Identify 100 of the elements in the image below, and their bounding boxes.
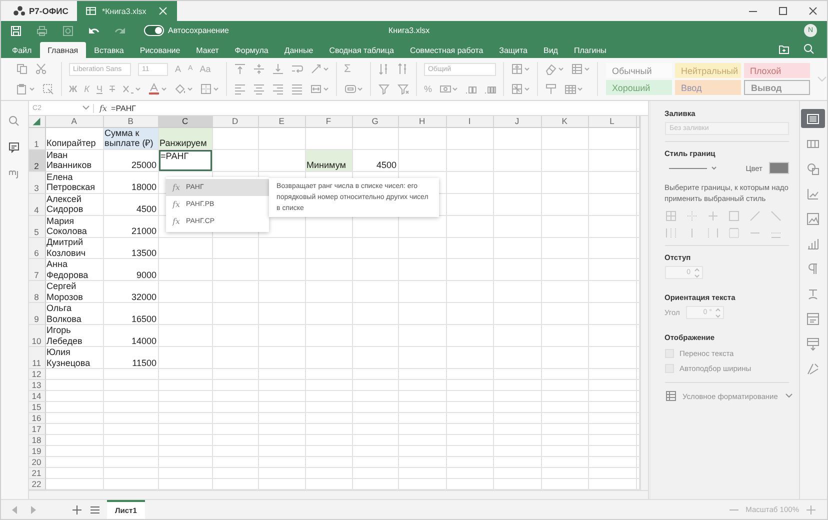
menu-tab[interactable]: Макет: [188, 42, 227, 58]
column-header[interactable]: B: [104, 116, 159, 128]
empty-cell: [352, 402, 399, 413]
diagonal-up-icon[interactable]: [748, 210, 760, 222]
row-header[interactable]: 10: [28, 325, 46, 348]
column-header[interactable]: H: [398, 116, 447, 128]
empty-cell: [542, 303, 589, 326]
horizontal-scrollbar[interactable]: [28, 490, 648, 499]
row-header[interactable]: 4: [28, 194, 46, 216]
slicer-icon[interactable]: [806, 336, 820, 350]
sheet-list-icon[interactable]: [89, 504, 101, 516]
menu-tab[interactable]: Плагины: [566, 42, 614, 58]
row-header[interactable]: 21: [28, 468, 46, 479]
column-header[interactable]: D: [212, 116, 259, 128]
menu-tab[interactable]: Вставка: [86, 42, 132, 58]
window-title: Книга3.xlsx: [388, 26, 430, 35]
menu-tab[interactable]: Вид: [536, 42, 566, 58]
row-header[interactable]: 7: [28, 259, 46, 282]
empty-cell: [494, 325, 542, 348]
empty-cell: [398, 446, 447, 457]
row-header[interactable]: 22: [28, 479, 46, 490]
empty-cell: [446, 402, 494, 413]
left-border-icon[interactable]: [664, 227, 676, 239]
save-icon[interactable]: [10, 24, 22, 36]
empty-cell: [306, 402, 353, 413]
formula-field[interactable]: =РАНГ: [111, 104, 136, 112]
cell-settings-icon[interactable]: [806, 112, 820, 126]
close-icon[interactable]: [807, 5, 819, 17]
inner-borders-icon[interactable]: [686, 210, 698, 222]
menu-tab[interactable]: Рисование: [132, 42, 188, 58]
row-header[interactable]: 2: [28, 150, 46, 172]
column-header[interactable]: A: [46, 116, 104, 128]
top-border-icon[interactable]: [728, 227, 740, 239]
menu-tab[interactable]: Главная: [40, 42, 86, 58]
column-header[interactable]: E: [258, 116, 306, 128]
menu-tab[interactable]: Формула: [226, 42, 276, 58]
shape-settings-icon[interactable]: [806, 162, 820, 176]
column-header[interactable]: F: [306, 116, 353, 128]
menu-tab[interactable]: Файл: [4, 42, 40, 58]
empty-cell: [212, 325, 259, 348]
empty-cell: [158, 303, 213, 326]
cross-borders-icon[interactable]: [706, 210, 718, 222]
chart-settings-icon[interactable]: [806, 186, 820, 200]
search-icon[interactable]: [8, 115, 20, 127]
menu-tab[interactable]: Совместная работа: [402, 42, 492, 58]
signature-icon[interactable]: [806, 362, 820, 376]
empty-cell: [542, 194, 589, 216]
zoom-in-icon[interactable]: [805, 504, 817, 516]
row-header[interactable]: 6: [28, 238, 46, 260]
all-borders-icon[interactable]: [664, 210, 676, 222]
row-header[interactable]: 18: [28, 435, 46, 446]
print-icon[interactable]: [36, 24, 48, 36]
comment-icon[interactable]: [8, 141, 20, 153]
empty-cell: [306, 380, 353, 391]
search-icon[interactable]: [803, 43, 815, 55]
row-header[interactable]: 13: [28, 380, 46, 391]
menu-tab[interactable]: Сводная таблица: [321, 42, 402, 58]
column-header[interactable]: I: [446, 116, 494, 128]
conditional-format-icon: [664, 390, 676, 402]
maximize-icon[interactable]: [777, 5, 789, 17]
color-swatch[interactable]: [768, 162, 788, 174]
row-header[interactable]: 14: [28, 391, 46, 402]
table-cell: 21000: [104, 216, 159, 238]
empty-cell: [352, 424, 399, 435]
row-header[interactable]: 19: [28, 446, 46, 457]
column-header[interactable]: L: [588, 116, 637, 128]
row-header[interactable]: 9: [28, 303, 46, 326]
menu-tab[interactable]: Защита: [491, 42, 536, 58]
outer-border-icon[interactable]: [728, 210, 740, 222]
right-border-icon[interactable]: [706, 227, 718, 239]
bar-chart-icon[interactable]: [806, 236, 820, 250]
column-header[interactable]: J: [494, 116, 542, 128]
row-header[interactable]: 16: [28, 413, 46, 424]
print-preview-icon[interactable]: [62, 24, 74, 36]
close-icon[interactable]: [157, 5, 169, 17]
pivot-table-icon[interactable]: [806, 312, 820, 326]
empty-cell: [104, 380, 159, 391]
add-sheet-icon[interactable]: [71, 504, 83, 516]
menu-tab[interactable]: Данные: [276, 42, 322, 58]
table-cell: 32000: [104, 281, 159, 304]
image-settings-icon[interactable]: [806, 212, 820, 226]
row-header[interactable]: 1: [28, 128, 46, 150]
row-header[interactable]: 12: [28, 369, 46, 380]
empty-cell: [158, 424, 213, 435]
open-folder-icon[interactable]: [778, 43, 791, 55]
table-cell: Сергей Морозов: [46, 281, 104, 304]
row-header[interactable]: 15: [28, 402, 46, 413]
row-header[interactable]: 11: [28, 347, 46, 369]
column-header[interactable]: K: [542, 116, 589, 128]
column-header[interactable]: G: [352, 116, 399, 128]
autosave-toggle[interactable]: [144, 25, 164, 36]
row-header[interactable]: 17: [28, 424, 46, 435]
empty-cell: [212, 369, 259, 380]
row-header[interactable]: 8: [28, 281, 46, 304]
row-header[interactable]: 20: [28, 457, 46, 468]
diagonal-down-icon[interactable]: [770, 210, 782, 222]
row-header[interactable]: 3: [28, 172, 46, 194]
row-header[interactable]: 5: [28, 216, 46, 238]
document-tab[interactable]: *Книга3.xlsx: [77, 1, 177, 21]
column-header[interactable]: C: [158, 116, 213, 128]
